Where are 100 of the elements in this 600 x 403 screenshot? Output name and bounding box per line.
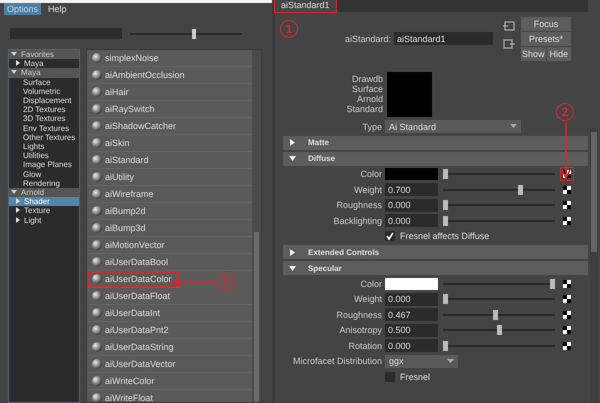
value-field[interactable]: 0.500 [385, 324, 438, 337]
checkbox[interactable] [385, 231, 395, 242]
map-button[interactable] [561, 184, 573, 196]
section-header[interactable]: Diffuse [283, 152, 588, 166]
tree-item[interactable]: Image Planes [9, 160, 79, 170]
node-list-item[interactable]: aiShadowCatcher [87, 118, 252, 135]
color-swatch[interactable] [385, 278, 438, 290]
node-list-item[interactable]: aiMotionVector [87, 237, 252, 254]
node-list-item[interactable]: aiRaySwitch [87, 101, 252, 118]
output-connection-icon[interactable] [503, 39, 515, 49]
node-list-item[interactable]: aiStandard [87, 152, 252, 169]
map-button[interactable] [561, 340, 573, 352]
value-field[interactable]: 0.700 [385, 183, 438, 196]
value-field[interactable]: 0.000 [385, 198, 438, 212]
type-dropdown[interactable]: Ai Standard [385, 120, 521, 134]
node-list-item[interactable]: aiBump2d [87, 203, 252, 220]
node-list-item[interactable]: aiUserDataInt [87, 305, 252, 322]
value-field[interactable]: 0.000 [385, 339, 438, 352]
slider-handle[interactable] [443, 340, 448, 351]
tree-item[interactable]: Volumetric [9, 86, 79, 96]
tree-item[interactable]: Light [9, 216, 79, 225]
slider-handle[interactable] [192, 28, 196, 38]
tree-item[interactable]: 2D Textures [9, 105, 79, 114]
tree-item[interactable]: Shader [9, 197, 79, 206]
color-swatch[interactable] [385, 168, 438, 180]
node-list-item[interactable]: aiHair [87, 84, 252, 101]
slider-handle[interactable] [443, 294, 448, 304]
hide-button[interactable]: Hide [546, 47, 571, 61]
caret-icon[interactable] [15, 216, 21, 223]
slider-handle[interactable] [496, 325, 502, 336]
caret-icon[interactable] [15, 60, 21, 66]
annotation-arrow [172, 277, 218, 287]
caret-icon [289, 155, 296, 162]
slider-handle[interactable] [550, 278, 555, 289]
checkbox[interactable] [385, 372, 395, 382]
map-button[interactable] [561, 199, 573, 212]
material-swatch [387, 72, 432, 116]
value-field[interactable]: 0.000 [385, 292, 438, 306]
input-connection-icon[interactable] [503, 21, 515, 31]
menu-item[interactable]: Options [4, 3, 42, 15]
node-list-item[interactable]: simplexNoise [87, 50, 252, 67]
scrollbar[interactable] [252, 50, 261, 402]
slider-handle[interactable] [443, 200, 448, 210]
tree-item[interactable]: Maya [9, 59, 79, 68]
tree-item[interactable]: Arnold [9, 188, 79, 198]
tree-item[interactable]: Surface [9, 78, 79, 87]
node-list-item[interactable]: aiSkin [87, 135, 252, 152]
tree-item[interactable]: Displacement [9, 96, 79, 106]
node-list-item[interactable]: aiUtility [87, 169, 252, 186]
slider-handle[interactable] [443, 216, 448, 226]
node-name-label: aiStandard: [344, 34, 391, 44]
focus-button[interactable]: Focus [521, 17, 571, 31]
section-header[interactable]: Specular [283, 261, 588, 275]
value-field[interactable]: 0.467 [385, 308, 438, 322]
node-list-item[interactable]: aiUserDataVector [87, 356, 252, 373]
caret-icon[interactable] [11, 189, 17, 196]
tree-item[interactable]: Rendering [9, 178, 79, 188]
attribute-label: Weight [353, 294, 382, 304]
node-list-item[interactable]: aiBump3d [87, 220, 252, 237]
tree-item[interactable]: Other Textures [9, 132, 79, 142]
node-list-item[interactable]: aiUserDataColor [87, 271, 180, 288]
tree-item[interactable]: Texture [9, 206, 79, 216]
section-header[interactable]: Extended Controls [283, 245, 588, 259]
value-field[interactable]: 0.000 [385, 214, 438, 228]
section-header[interactable]: Matte [283, 136, 588, 150]
filter-field[interactable] [10, 28, 122, 39]
node-list-item[interactable]: aiWriteColor [87, 373, 252, 390]
map-button[interactable] [561, 168, 573, 180]
node-list-item[interactable]: aiAmbientOcclusion [87, 67, 252, 84]
slider-handle[interactable] [518, 184, 523, 195]
node-list-item[interactable]: aiWireframe [87, 186, 252, 203]
caret-icon[interactable] [11, 51, 17, 57]
annotation-number: 2 [556, 103, 574, 121]
tree-item[interactable]: Maya [9, 68, 79, 78]
caret-icon[interactable] [11, 69, 17, 76]
map-button[interactable] [561, 308, 573, 321]
node-list-item[interactable]: aiUserDataString [87, 339, 252, 356]
node-name-field[interactable]: aiStandard1 [394, 32, 493, 45]
slider-handle[interactable] [443, 169, 448, 180]
tab[interactable]: aiStandard1 [275, 0, 336, 12]
tree-item[interactable]: 3D Textures [9, 114, 79, 124]
tree-item[interactable]: Env Textures [9, 124, 79, 133]
node-list-item[interactable]: aiUserDataBool [87, 254, 252, 271]
tree-item[interactable]: Utilities [9, 151, 79, 160]
tree-item[interactable]: Glow [9, 170, 79, 179]
map-button[interactable] [561, 293, 573, 306]
map-button[interactable] [561, 324, 573, 336]
caret-icon[interactable] [15, 207, 21, 214]
map-button[interactable] [561, 214, 573, 227]
tree-item[interactable]: Lights [9, 142, 79, 152]
node-list-item[interactable]: aiUserDataPnt2 [87, 322, 252, 339]
scrollbar[interactable] [590, 128, 598, 403]
node-list-item[interactable]: aiUserDataFloat [87, 288, 252, 305]
slider-handle[interactable] [492, 310, 498, 320]
map-button[interactable] [561, 278, 573, 290]
menu-item[interactable]: Help [45, 3, 70, 15]
presets-button[interactable]: Presets* [521, 32, 571, 46]
distribution-dropdown[interactable]: ggx [385, 354, 458, 368]
tree-item[interactable]: Favorites [9, 50, 79, 60]
show-button[interactable]: Show [521, 47, 546, 61]
